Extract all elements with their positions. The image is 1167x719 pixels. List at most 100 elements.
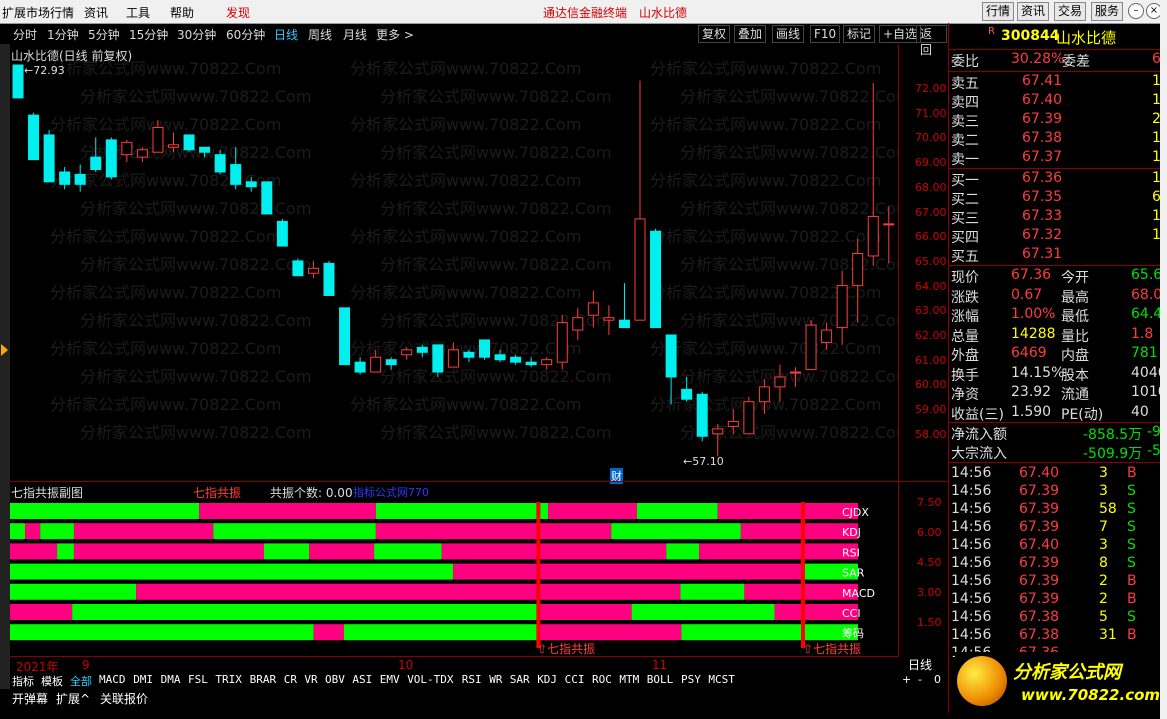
expand-tab[interactable]: 扩展^ xyxy=(56,690,90,707)
indicator-tab[interactable]: CR xyxy=(284,673,297,686)
indicator-tab[interactable]: DMI xyxy=(133,673,153,686)
f10-button[interactable]: F10 xyxy=(810,25,841,43)
indicator-tab[interactable]: 指标 xyxy=(12,673,34,689)
overlay-button[interactable]: 叠加 xyxy=(734,25,767,43)
order-book-row[interactable]: 买五 67.31 xyxy=(949,246,1161,265)
period-daily[interactable]: 日线 xyxy=(274,26,298,43)
candle[interactable] xyxy=(28,112,40,161)
period-60min[interactable]: 60分钟 xyxy=(226,26,265,43)
candle[interactable] xyxy=(618,283,630,329)
candle[interactable] xyxy=(479,339,490,360)
draw-line-button[interactable]: 画线 xyxy=(772,25,805,43)
indicator-tab[interactable]: PSY xyxy=(681,673,701,686)
candle[interactable] xyxy=(696,391,708,442)
period-1min[interactable]: 1分钟 xyxy=(47,26,79,43)
indicator-tab[interactable]: WR xyxy=(489,673,502,686)
menu-item-help[interactable]: 帮助 xyxy=(170,4,194,21)
candle[interactable] xyxy=(525,357,537,368)
order-book-row[interactable]: 买四 67.32 1 xyxy=(949,227,1161,246)
candle[interactable] xyxy=(339,307,351,366)
order-book-row[interactable]: 卖一 67.37 1 xyxy=(949,149,1161,168)
candle[interactable] xyxy=(805,320,817,371)
menu-item-news[interactable]: 资讯 xyxy=(84,4,108,21)
indicator-tab[interactable]: TRIX xyxy=(215,673,242,686)
mark-button[interactable]: 标记 xyxy=(843,25,876,43)
adjust-button[interactable]: 复权 xyxy=(698,25,731,43)
candle[interactable] xyxy=(105,137,117,180)
indicator-tab[interactable]: BOLL xyxy=(647,673,674,686)
bullet-comment-toggle[interactable]: 开弹幕 xyxy=(12,690,48,707)
top-button-quotes[interactable]: 行情 xyxy=(982,2,1015,21)
order-book-row[interactable]: 卖四 67.40 1 xyxy=(949,92,1161,111)
candle[interactable] xyxy=(556,315,568,370)
period-fenshi[interactable]: 分时 xyxy=(13,26,37,43)
indicator-tab[interactable]: SAR xyxy=(510,673,530,686)
candle[interactable] xyxy=(43,129,55,183)
indicator-panel[interactable]: CJDX KDJ RSI SAR MACD CCI 筹码 七指共振副图 七指共振 共振个数:… xyxy=(10,481,898,657)
period-5min[interactable]: 5分钟 xyxy=(88,26,120,43)
candle[interactable] xyxy=(261,181,273,215)
period-monthly[interactable]: 月线 xyxy=(343,26,367,43)
candle[interactable] xyxy=(183,134,195,153)
candle[interactable] xyxy=(634,80,646,321)
candle[interactable] xyxy=(836,270,848,345)
top-button-service[interactable]: 服务 xyxy=(1091,2,1124,21)
indicator-tab[interactable]: VOL-TDX xyxy=(407,673,453,686)
order-book-row[interactable]: 卖五 67.41 1 xyxy=(949,73,1161,92)
reset-zoom-icon[interactable]: 0 xyxy=(934,673,941,686)
kline-panel[interactable]: 分析家公式网www.70822.Com 分析家公式网www.70822.Com 分析… xyxy=(10,44,898,484)
candle[interactable] xyxy=(665,334,677,405)
indicator-tab[interactable]: ROC xyxy=(592,673,612,686)
period-15min[interactable]: 15分钟 xyxy=(129,26,168,43)
indicator-tab[interactable]: 全部 xyxy=(70,673,92,689)
add-watchlist-button[interactable]: +自选 xyxy=(879,25,922,43)
resonance-bars-chart[interactable]: CJDX KDJ RSI SAR MACD CCI 筹码 xyxy=(10,482,898,657)
candlestick-chart[interactable]: 分析家公式网www.70822.Com 分析家公式网www.70822.Com 分析… xyxy=(10,44,898,481)
indicator-tab[interactable]: 模板 xyxy=(41,673,63,689)
tick-price: 67.39 xyxy=(1019,501,1060,517)
indicator-tab[interactable]: RSI xyxy=(462,673,482,686)
related-quotes-tab[interactable]: 关联报价 xyxy=(100,690,148,707)
candle[interactable] xyxy=(743,396,755,435)
order-book-row[interactable]: 买二 67.35 6 xyxy=(949,189,1161,208)
candle[interactable] xyxy=(650,228,662,329)
candle[interactable] xyxy=(276,218,288,247)
menu-item-market[interactable]: 扩展市场行情 xyxy=(2,4,74,21)
indicator-tab[interactable]: OBV xyxy=(325,673,345,686)
indicator-tab[interactable]: MACD xyxy=(99,673,126,686)
candle[interactable] xyxy=(12,64,24,99)
menu-item-tools[interactable]: 工具 xyxy=(126,4,150,21)
tick-price: 67.39 xyxy=(1019,483,1060,499)
zoom-out-icon[interactable]: - xyxy=(918,673,922,686)
back-button[interactable]: 返回 xyxy=(916,25,947,57)
left-collapse-strip[interactable] xyxy=(0,44,10,689)
candle[interactable] xyxy=(432,344,444,377)
indicator-tab[interactable]: FSL xyxy=(188,673,208,686)
order-book-row[interactable]: 卖三 67.39 2 xyxy=(949,111,1161,130)
indicator-tab[interactable]: KDJ xyxy=(537,673,557,686)
expand-arrow-icon[interactable] xyxy=(1,344,8,356)
indicator-tab[interactable]: BRAR xyxy=(250,673,277,686)
indicator-tab[interactable]: MTM xyxy=(619,673,639,686)
indicator-tab[interactable]: ASI xyxy=(352,673,372,686)
order-book-row[interactable]: 买三 67.33 1 xyxy=(949,208,1161,227)
indicator-tab[interactable]: VR xyxy=(304,673,317,686)
top-button-news[interactable]: 资讯 xyxy=(1017,2,1050,21)
candle[interactable] xyxy=(603,305,615,335)
order-book-row[interactable]: 卖二 67.38 1 xyxy=(949,130,1161,149)
indicator-tab[interactable]: MCST xyxy=(708,673,735,686)
period-weekly[interactable]: 周线 xyxy=(308,26,332,43)
candle[interactable] xyxy=(292,258,304,277)
order-book-row[interactable]: 买一 67.36 1 xyxy=(949,170,1161,189)
indicator-tab[interactable]: CCI xyxy=(565,673,585,686)
candle[interactable] xyxy=(354,357,366,375)
top-button-trade[interactable]: 交易 xyxy=(1054,2,1087,21)
candle[interactable] xyxy=(323,260,335,296)
indicator-tab[interactable]: DMA xyxy=(161,673,181,686)
menu-item-discover[interactable]: 发现 xyxy=(226,4,250,21)
indicator-tab[interactable]: EMV xyxy=(380,673,400,686)
zoom-in-icon[interactable]: + xyxy=(902,673,911,686)
period-30min[interactable]: 30分钟 xyxy=(177,26,216,43)
period-more[interactable]: 更多 > xyxy=(376,26,414,43)
minimize-icon[interactable]: – xyxy=(1128,3,1144,19)
